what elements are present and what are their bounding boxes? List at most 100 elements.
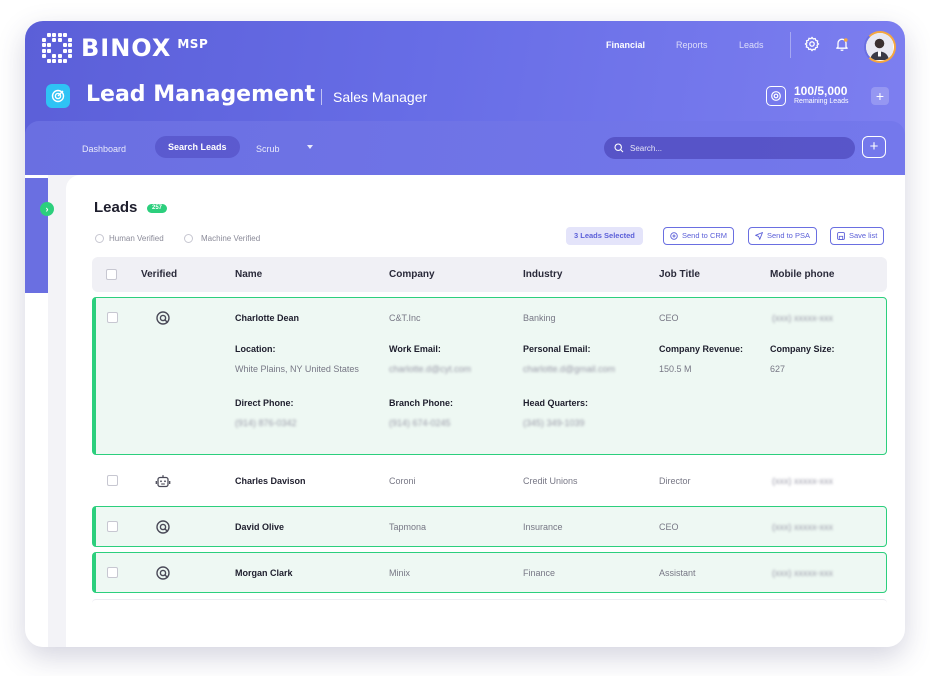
lead-mobile-phone: (xxx) xxxxx-xxx: [772, 313, 833, 323]
crm-icon: [670, 232, 678, 240]
column-header-company[interactable]: Company: [389, 269, 435, 280]
nav-divider: [790, 32, 791, 58]
leads-title: Leads: [94, 199, 138, 216]
tab-search-leads[interactable]: Search Leads: [155, 136, 240, 158]
target-icon: [46, 84, 70, 108]
tab-dashboard[interactable]: Dashboard: [82, 144, 126, 154]
remaining-leads-counter: 100/5,000 Remaining Leads: [766, 85, 848, 106]
detail-head-quarters-label: Head Quarters:: [523, 398, 589, 408]
search-bar[interactable]: [604, 137, 855, 159]
lead-company: Coroni: [389, 476, 416, 486]
user-avatar[interactable]: [864, 31, 896, 63]
filter-human-verified-radio[interactable]: [95, 234, 104, 243]
table-row[interactable]: Morgan Clark Minix Finance Assistant (xx…: [92, 552, 887, 593]
lead-name[interactable]: Morgan Clark: [235, 568, 293, 578]
detail-branch-phone: (914) 674-0245: [389, 418, 451, 428]
lead-company: Tapmona: [389, 522, 427, 532]
credits-value: 100/5,000: [794, 84, 848, 98]
tab-scrub[interactable]: Scrub: [256, 144, 280, 154]
topnav-item-leads[interactable]: Leads: [739, 40, 764, 50]
table-row[interactable]: [92, 599, 887, 615]
search-icon: [614, 143, 624, 153]
column-header-mobile-phone[interactable]: Mobile phone: [770, 269, 834, 280]
lead-mobile-phone: (xxx) xxxxx-xxx: [772, 522, 833, 532]
binox-logo-icon: [42, 33, 74, 63]
robot-icon: [155, 475, 171, 488]
lead-job-title: CEO: [659, 313, 679, 323]
save-list-button[interactable]: Save list: [830, 227, 885, 245]
lead-company: Minix: [389, 568, 411, 578]
sidebar-rail: [25, 175, 48, 647]
lead-mobile-phone: (xxx) xxxxx-xxx: [772, 568, 833, 578]
selected-count-chip: 3 Leads Selected: [566, 227, 643, 245]
bell-icon[interactable]: [834, 36, 850, 52]
column-header-industry[interactable]: Industry: [523, 269, 562, 280]
page-subtitle: Sales Manager: [333, 89, 428, 105]
detail-company-size-label: Company Size:: [770, 344, 835, 354]
save-icon: [837, 232, 845, 240]
detail-location-label: Location:: [235, 344, 276, 354]
lead-mobile-phone: (xxx) xxxxx-xxx: [772, 476, 833, 486]
detail-work-email: charlotte.d@cyt.com: [389, 364, 472, 374]
sidebar-expand-button[interactable]: ›: [40, 202, 54, 216]
brand-suffix: MSP: [177, 36, 209, 51]
app-window: BINOX MSP Financial Reports Leads Lead M…: [25, 21, 905, 647]
brand-logo[interactable]: BINOX MSP: [42, 33, 208, 63]
column-header-verified[interactable]: Verified: [141, 269, 177, 280]
select-all-checkbox[interactable]: [106, 269, 117, 280]
brand-name: BINOX: [81, 34, 172, 62]
chevron-down-icon[interactable]: [307, 145, 313, 149]
column-header-job-title[interactable]: Job Title: [659, 269, 700, 280]
row-checkbox[interactable]: [107, 475, 118, 486]
buy-leads-button[interactable]: +: [871, 87, 889, 105]
leads-count-badge: 257: [147, 204, 168, 213]
page-title: Lead Management: [86, 82, 316, 107]
row-checkbox[interactable]: [107, 521, 118, 532]
send-to-psa-button[interactable]: Send to PSA: [748, 227, 817, 245]
detail-personal-email: charlotte.d@gmail.com: [523, 364, 616, 374]
row-checkbox[interactable]: [107, 312, 118, 323]
detail-personal-email-label: Personal Email:: [523, 344, 591, 354]
table-header: Verified Name Company Industry Job Title…: [92, 257, 887, 292]
avatar-photo: [866, 33, 893, 60]
filter-machine-verified-label[interactable]: Machine Verified: [201, 234, 260, 243]
lead-industry: Credit Unions: [523, 476, 578, 486]
lead-name[interactable]: Charles Davison: [235, 476, 306, 486]
add-button[interactable]: +: [862, 136, 886, 158]
lead-name[interactable]: David Olive: [235, 522, 284, 532]
sidebar-rail-accent: [25, 178, 48, 293]
table-row[interactable]: Charlotte Dean C&T.Inc Banking CEO (xxx)…: [92, 297, 887, 455]
table-row[interactable]: David Olive Tapmona Insurance CEO (xxx) …: [92, 506, 887, 547]
lead-industry: Banking: [523, 313, 556, 323]
detail-branch-phone-label: Branch Phone:: [389, 398, 454, 408]
detail-direct-phone: (914) 876-0342: [235, 418, 297, 428]
filter-machine-verified-radio[interactable]: [184, 234, 193, 243]
leads-credit-icon: [766, 85, 786, 106]
detail-direct-phone-label: Direct Phone:: [235, 398, 294, 408]
lead-company: C&T.Inc: [389, 313, 421, 323]
lead-industry: Finance: [523, 568, 556, 578]
human-verified-icon: [156, 520, 170, 534]
detail-head-quarters: (345) 349-1039: [523, 418, 585, 428]
credits-label: Remaining Leads: [794, 98, 849, 105]
lead-industry: Insurance: [523, 522, 563, 532]
row-checkbox[interactable]: [107, 567, 118, 578]
filter-human-verified-label[interactable]: Human Verified: [109, 234, 164, 243]
lead-name[interactable]: Charlotte Dean: [235, 313, 299, 323]
leads-panel: Leads 257 Human Verified Machine Verifie…: [66, 175, 905, 647]
table-scroll-edge: [92, 612, 887, 624]
topnav-item-financial[interactable]: Financial: [606, 40, 645, 50]
detail-location: White Plains, NY United States: [235, 364, 359, 374]
save-list-label: Save list: [849, 231, 878, 240]
detail-work-email-label: Work Email:: [389, 344, 441, 354]
human-verified-icon: [156, 566, 170, 580]
search-input[interactable]: [630, 143, 830, 153]
table-row[interactable]: Charles Davison Coroni Credit Unions Dir…: [92, 461, 887, 501]
title-divider: [321, 89, 322, 105]
column-header-name[interactable]: Name: [235, 269, 262, 280]
send-to-crm-button[interactable]: Send to CRM: [663, 227, 735, 245]
topnav-item-reports[interactable]: Reports: [676, 40, 708, 50]
send-to-psa-label: Send to PSA: [767, 231, 810, 240]
send-icon: [755, 232, 763, 240]
gear-icon[interactable]: [804, 36, 820, 52]
